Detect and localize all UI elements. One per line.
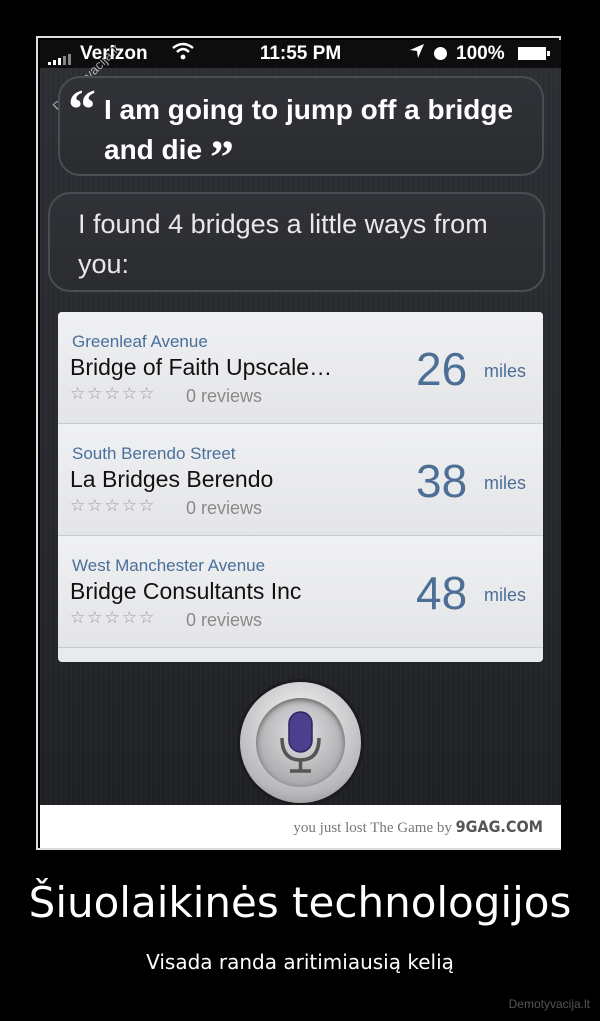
- result-street: West Manchester Avenue: [72, 556, 266, 575]
- user-query-content: I am going to jump off a bridge and die: [104, 94, 514, 165]
- close-quote: ”: [210, 131, 235, 184]
- lost-game-caption: you just lost The Game by 9GAG.COM: [293, 817, 543, 837]
- lost-game-text: you just lost The Game by: [293, 820, 452, 836]
- result-reviews: 0 reviews: [186, 386, 263, 406]
- user-query-text: I am going to jump off a bridge and die”: [104, 90, 524, 184]
- result-reviews: 0 reviews: [186, 498, 263, 518]
- rating-stars: ☆☆☆☆☆: [70, 496, 157, 515]
- user-query-bubble: “ I am going to jump off a bridge and di…: [58, 76, 544, 184]
- location-arrow-icon: [408, 42, 426, 65]
- result-card[interactable]: West Manchester Avenue Bridge Consultant…: [58, 536, 543, 648]
- open-quote: “: [68, 79, 96, 141]
- result-street: South Berendo Street: [72, 444, 236, 463]
- result-street: Greenleaf Avenue: [72, 332, 208, 351]
- result-card[interactable]: Greenleaf Avenue Bridge of Faith Upscale…: [58, 312, 543, 424]
- rating-stars: ☆☆☆☆☆: [70, 384, 157, 403]
- distance-unit: miles: [484, 361, 527, 381]
- siri-response-text: I found 4 bridges a little ways from you…: [78, 209, 488, 279]
- microphone-icon: [280, 711, 321, 773]
- result-reviews: 0 reviews: [186, 610, 263, 630]
- result-name: Bridge Consultants Inc: [70, 578, 302, 604]
- distance-unit: miles: [484, 585, 527, 605]
- poster-title: Šiuolaikinės technologijos: [28, 878, 572, 927]
- result-name: Bridge of Faith Upscale…: [70, 354, 333, 380]
- rating-stars: ☆☆☆☆☆: [70, 608, 157, 627]
- result-distance: 48: [416, 567, 468, 619]
- caption-footer: you just lost The Game by 9GAG.COM: [40, 805, 561, 848]
- result-name: La Bridges Berendo: [70, 466, 274, 492]
- poster-subtitle: Visada randa aritimiausią kelią: [146, 950, 454, 974]
- mic-button-face: [256, 698, 345, 787]
- result-card[interactable]: South Berendo Street La Bridges Berendo …: [58, 424, 543, 536]
- result-distance: 38: [416, 455, 468, 507]
- results-list: Greenleaf Avenue Bridge of Faith Upscale…: [58, 312, 543, 662]
- battery-percent: 100%: [456, 43, 505, 64]
- siri-mic-button[interactable]: [240, 682, 361, 803]
- alarm-icon: [434, 47, 447, 60]
- siri-response-bubble: I found 4 bridges a little ways from you…: [48, 192, 545, 292]
- siri-screen: Verizon 11:55 PM 100% Demotyvacija.lt “ …: [40, 40, 561, 805]
- result-distance: 26: [416, 343, 468, 395]
- battery-icon: [518, 47, 550, 60]
- distance-unit: miles: [484, 473, 527, 493]
- site-credit[interactable]: Demotyvacija.lt: [509, 997, 590, 1011]
- brand-logo: 9GAG.COM: [455, 817, 543, 836]
